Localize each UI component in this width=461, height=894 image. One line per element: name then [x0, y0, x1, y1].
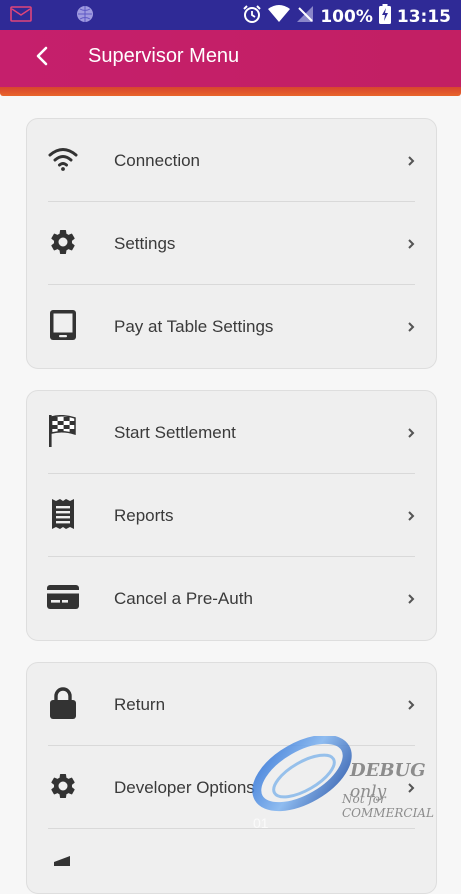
menu-item-label: Reports — [114, 506, 174, 525]
menu-item-start-settlement[interactable]: Start Settlement — [27, 391, 436, 474]
checkered-flag-icon — [47, 415, 79, 447]
menu-item-label: Start Settlement — [114, 423, 236, 442]
debug-watermark-subtext: Not for COMMERCIAL — [342, 792, 434, 820]
menu-item-return[interactable]: Return — [27, 663, 436, 746]
menu-item-reports[interactable]: Reports — [27, 474, 436, 557]
menu-item-label: Settings — [114, 234, 176, 253]
menu-item-settings[interactable]: Settings — [27, 202, 436, 285]
menu-item-connection[interactable]: Connection — [27, 119, 436, 202]
menu-item-partial[interactable] — [27, 829, 436, 893]
wifi-icon — [47, 143, 79, 175]
notification-mail-icon — [10, 6, 32, 27]
debug-watermark-code: 01 — [253, 815, 269, 831]
menu-item-label: Pay at Table Settings — [114, 317, 274, 336]
page-title: Supervisor Menu — [88, 45, 240, 67]
battery-charging-icon — [378, 4, 391, 29]
menu-item-label: Developer Options — [114, 778, 255, 797]
app-bar: Supervisor Menu — [0, 30, 461, 90]
tablet-icon — [47, 309, 79, 341]
chevron-right-icon — [406, 319, 416, 335]
credit-card-icon — [47, 581, 79, 613]
gear-icon — [47, 770, 79, 802]
menu-item-pay-at-table-settings[interactable]: Pay at Table Settings — [27, 285, 436, 368]
menu-item-label: Connection — [114, 151, 201, 170]
notification-globe-icon — [76, 5, 94, 28]
menu-group-1: Connection Settings Pay at Table Setting… — [26, 118, 437, 369]
wifi-icon — [268, 5, 291, 28]
receipt-icon — [47, 498, 79, 530]
chevron-left-icon — [35, 46, 49, 71]
status-bar: 100% 13:15 — [0, 0, 461, 30]
lock-icon — [47, 687, 79, 719]
app-bar-accent-strip — [0, 87, 461, 96]
chevron-right-icon — [406, 153, 416, 169]
no-signal-icon — [296, 5, 314, 28]
gear-icon — [47, 226, 79, 258]
status-clock: 13:15 — [396, 6, 451, 27]
menu-item-label: Cancel a Pre-Auth — [114, 589, 253, 608]
menu-item-cancel-pre-auth[interactable]: Cancel a Pre-Auth — [27, 557, 436, 640]
chevron-right-icon — [406, 508, 416, 524]
alarm-icon — [242, 4, 262, 29]
chevron-right-icon — [406, 425, 416, 441]
chevron-right-icon — [406, 236, 416, 252]
chevron-right-icon — [406, 697, 416, 713]
chevron-right-icon — [406, 591, 416, 607]
battery-percent: 100% — [320, 6, 373, 27]
back-button[interactable] — [28, 44, 56, 72]
menu-item-label: Return — [114, 695, 166, 714]
menu-group-2: Start Settlement Reports Cancel a Pre-Au… — [26, 390, 437, 641]
